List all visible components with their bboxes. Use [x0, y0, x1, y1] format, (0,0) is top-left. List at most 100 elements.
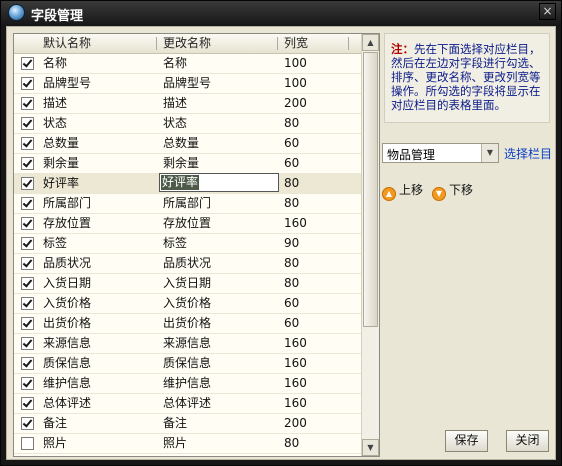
table-row[interactable]: 备注 备注 200	[14, 414, 361, 434]
select-section-link[interactable]: 选择栏目	[504, 145, 552, 162]
column-width-cell[interactable]: 60	[284, 316, 299, 332]
column-width-cell[interactable]: 100	[284, 56, 307, 72]
column-header-default-name[interactable]: 默认名称	[43, 36, 91, 52]
column-width-cell[interactable]: 160	[284, 336, 307, 352]
table-row[interactable]: 来源信息 来源信息 160	[14, 334, 361, 354]
row-checkbox[interactable]	[21, 157, 34, 170]
table-row[interactable]: 总数量 总数量 60	[14, 134, 361, 154]
row-checkbox[interactable]	[21, 117, 34, 130]
custom-name-cell[interactable]: 存放位置	[163, 216, 211, 232]
row-checkbox[interactable]	[21, 377, 34, 390]
row-checkbox[interactable]	[21, 177, 34, 190]
custom-name-cell[interactable]: 剩余量	[163, 156, 199, 172]
column-width-cell[interactable]: 160	[284, 216, 307, 232]
custom-name-cell[interactable]: 照片	[163, 436, 187, 452]
window-close-button[interactable]: ×	[539, 3, 556, 20]
row-checkbox[interactable]	[21, 297, 34, 310]
column-width-cell[interactable]: 160	[284, 376, 307, 392]
default-name-cell: 入货日期	[43, 276, 92, 290]
table-row[interactable]: 标签 标签 90	[14, 234, 361, 254]
row-checkbox[interactable]	[21, 397, 34, 410]
custom-name-cell[interactable]: 质保信息	[163, 356, 211, 372]
custom-name-cell[interactable]: 来源信息	[163, 336, 211, 352]
row-checkbox[interactable]	[21, 77, 34, 90]
scroll-down-icon[interactable]: ▼	[362, 439, 379, 456]
custom-name-edit-field[interactable]: 好评率	[159, 173, 279, 192]
table-row[interactable]: 维护信息 维护信息 160	[14, 374, 361, 394]
column-width-cell[interactable]: 160	[284, 396, 307, 412]
table-row[interactable]: 品牌型号 品牌型号 100	[14, 74, 361, 94]
column-width-cell[interactable]: 90	[284, 236, 299, 252]
table-row[interactable]: 添加时间 添加时间 80	[14, 454, 361, 457]
row-checkbox[interactable]	[21, 97, 34, 110]
custom-name-cell[interactable]: 添加时间	[163, 456, 211, 457]
custom-name-cell[interactable]: 入货日期	[163, 276, 211, 292]
scroll-up-icon[interactable]: ▲	[362, 34, 379, 51]
custom-name-cell[interactable]: 描述	[163, 96, 187, 112]
close-button[interactable]: 关闭	[506, 430, 549, 452]
column-width-cell[interactable]: 200	[284, 96, 307, 112]
custom-name-cell[interactable]: 状态	[163, 116, 187, 132]
custom-name-cell[interactable]: 总体评述	[163, 396, 211, 412]
column-width-cell[interactable]: 80	[284, 116, 299, 132]
column-width-cell[interactable]: 80	[284, 196, 299, 212]
table-row[interactable]: 存放位置 存放位置 160	[14, 214, 361, 234]
custom-name-cell[interactable]: 总数量	[163, 136, 199, 152]
title-bar[interactable]: 字段管理 ×	[1, 1, 561, 26]
custom-name-cell[interactable]: 品牌型号	[163, 76, 211, 92]
table-row[interactable]: 所属部门 所属部门 80	[14, 194, 361, 214]
row-checkbox[interactable]	[21, 257, 34, 270]
scrollbar-thumb[interactable]	[363, 52, 378, 327]
grid-scrollbar[interactable]: ▲ ▼	[361, 34, 379, 456]
row-checkbox[interactable]	[21, 317, 34, 330]
table-row[interactable]: 名称 名称 100	[14, 54, 361, 74]
column-width-cell[interactable]: 60	[284, 296, 299, 312]
move-down-button[interactable]: ▼ 下移	[432, 181, 473, 201]
row-checkbox[interactable]	[21, 337, 34, 350]
column-header-custom-name[interactable]: 更改名称	[163, 36, 211, 52]
column-width-cell[interactable]: 80	[284, 436, 299, 452]
table-row[interactable]: 出货价格 出货价格 60	[14, 314, 361, 334]
table-row[interactable]: 总体评述 总体评述 160	[14, 394, 361, 414]
column-width-cell[interactable]: 80	[284, 456, 299, 457]
table-row[interactable]: 好评率 好评率 80	[14, 173, 361, 194]
table-row[interactable]: 状态 状态 80	[14, 114, 361, 134]
table-row[interactable]: 照片 照片 80	[14, 434, 361, 454]
column-width-cell[interactable]: 160	[284, 356, 307, 372]
save-button[interactable]: 保存	[445, 430, 488, 452]
column-width-cell[interactable]: 200	[284, 416, 307, 432]
custom-name-cell[interactable]: 名称	[163, 56, 187, 72]
column-width-cell[interactable]: 100	[284, 76, 307, 92]
row-checkbox[interactable]	[21, 197, 34, 210]
column-width-cell[interactable]: 80	[284, 176, 299, 192]
section-select[interactable]: 物品管理 ▼	[382, 143, 499, 163]
custom-name-cell[interactable]: 入货价格	[163, 296, 211, 312]
custom-name-cell[interactable]: 备注	[163, 416, 187, 432]
column-header-width[interactable]: 列宽	[284, 36, 308, 52]
custom-name-cell[interactable]: 出货价格	[163, 316, 211, 332]
table-row[interactable]: 品质状况 品质状况 80	[14, 254, 361, 274]
column-width-cell[interactable]: 80	[284, 276, 299, 292]
row-checkbox[interactable]	[21, 137, 34, 150]
row-checkbox[interactable]	[21, 217, 34, 230]
row-checkbox[interactable]	[21, 237, 34, 250]
row-checkbox[interactable]	[21, 277, 34, 290]
table-row[interactable]: 剩余量 剩余量 60	[14, 154, 361, 174]
custom-name-cell[interactable]: 标签	[163, 236, 187, 252]
column-width-cell[interactable]: 60	[284, 136, 299, 152]
custom-name-cell[interactable]: 品质状况	[163, 256, 211, 272]
chevron-down-icon[interactable]: ▼	[481, 144, 498, 162]
row-checkbox[interactable]	[21, 417, 34, 430]
table-row[interactable]: 质保信息 质保信息 160	[14, 354, 361, 374]
table-row[interactable]: 入货价格 入货价格 60	[14, 294, 361, 314]
table-row[interactable]: 描述 描述 200	[14, 94, 361, 114]
column-width-cell[interactable]: 80	[284, 256, 299, 272]
custom-name-cell[interactable]: 所属部门	[163, 196, 211, 212]
row-checkbox[interactable]	[21, 57, 34, 70]
custom-name-cell[interactable]: 维护信息	[163, 376, 211, 392]
move-up-button[interactable]: ▲ 上移	[382, 181, 423, 201]
row-checkbox[interactable]	[21, 357, 34, 370]
column-width-cell[interactable]: 60	[284, 156, 299, 172]
table-row[interactable]: 入货日期 入货日期 80	[14, 274, 361, 294]
row-checkbox[interactable]	[21, 437, 34, 450]
